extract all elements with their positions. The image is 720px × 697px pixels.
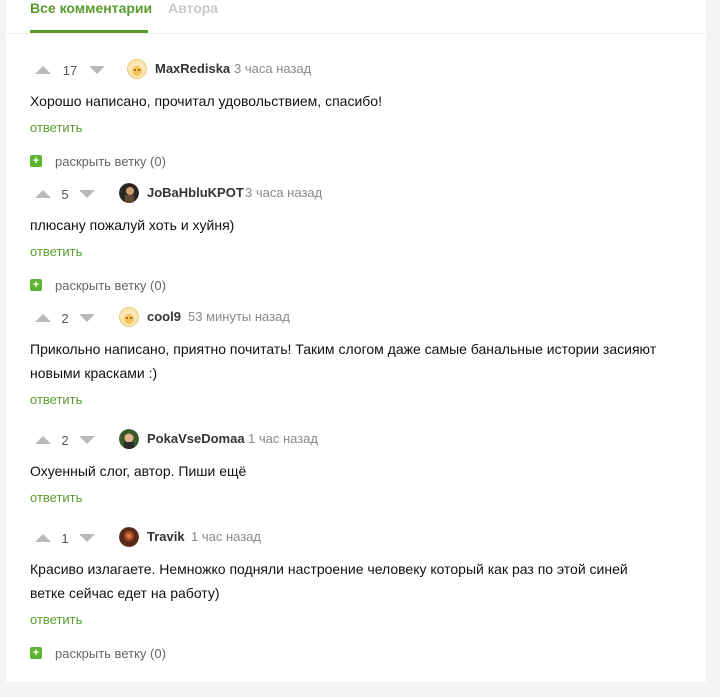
arrow-up-icon [35, 436, 51, 444]
upvote-button[interactable] [32, 185, 54, 203]
arrow-down-icon [79, 190, 95, 198]
comment-header: 2 cool9 53 минуты назад [30, 307, 690, 329]
comment-header: 17 MaxRediska 3 часа назад [30, 59, 690, 81]
comment-time[interactable]: 53 минуты назад [188, 309, 290, 324]
comment-text-line: Красиво излагаете. Немножко подняли наст… [30, 561, 628, 577]
photo-avatar-icon [119, 527, 139, 547]
comment-author[interactable]: PokaVseDomaa [147, 431, 245, 446]
comment-text: плюсану пожалуй хоть и хуйня) [30, 213, 680, 237]
tab-author[interactable]: Авторa [168, 0, 218, 16]
vote-control: 5 [32, 183, 98, 205]
arrow-down-icon [79, 436, 95, 444]
upvote-button[interactable] [32, 529, 54, 547]
comment-text-line: Хорошо написано, прочитал удовольствием,… [30, 93, 382, 109]
arrow-down-icon [89, 66, 105, 74]
comment-header: 1 Travik 1 час назад [30, 527, 690, 549]
comment-text: Хорошо написано, прочитал удовольствием,… [30, 89, 680, 113]
comment-score: 17 [62, 62, 78, 78]
upvote-button[interactable] [32, 309, 54, 327]
reply-link[interactable]: ответить [30, 244, 82, 259]
comment-score: 2 [61, 432, 69, 448]
expand-thread-button[interactable]: + раскрыть ветку (0) [30, 645, 166, 661]
reply-link[interactable]: ответить [30, 120, 82, 135]
downvote-button[interactable] [86, 61, 108, 79]
comment-time[interactable]: 3 часа назад [245, 185, 322, 200]
comment-text-line: Охуенный слог, автор. Пиши ещё [30, 463, 247, 479]
avatar[interactable] [119, 183, 139, 203]
plus-icon: + [30, 647, 42, 659]
avatar[interactable] [127, 59, 147, 79]
comment-author[interactable]: MaxRediska [155, 61, 230, 76]
upvote-button[interactable] [32, 61, 54, 79]
plus-icon: + [30, 279, 42, 291]
comment-score: 1 [61, 530, 69, 546]
vote-control: 1 [32, 527, 98, 549]
comment-author[interactable]: JoBaHbluKPOT [147, 185, 244, 200]
comment-text: Прикольно написано, приятно почитать! Та… [30, 337, 680, 385]
downvote-button[interactable] [76, 431, 98, 449]
arrow-up-icon [35, 534, 51, 542]
downvote-button[interactable] [76, 529, 98, 547]
comment-text-line: плюсану пожалуй хоть и хуйня) [30, 217, 235, 233]
active-tab-indicator [30, 30, 148, 33]
expand-thread-label: раскрыть ветку (0) [55, 277, 166, 293]
expand-thread-label: раскрыть ветку (0) [55, 153, 166, 169]
expand-thread-button[interactable]: + раскрыть ветку (0) [30, 153, 166, 169]
plus-icon: + [30, 155, 42, 167]
comment-score: 2 [61, 310, 69, 326]
comment-header: 2 PokaVseDomaa 1 час назад [30, 429, 690, 451]
arrow-up-icon [35, 314, 51, 322]
comment-text: Охуенный слог, автор. Пиши ещё [30, 459, 680, 483]
photo-avatar-icon [119, 429, 139, 449]
comment-time[interactable]: 1 час назад [191, 529, 261, 544]
tomato-face-avatar-icon [127, 59, 147, 79]
expand-thread-button[interactable]: + раскрыть ветку (0) [30, 277, 166, 293]
arrow-down-icon [79, 314, 95, 322]
avatar[interactable] [119, 429, 139, 449]
comment-text: Красиво излагаете. Немножко подняли наст… [30, 557, 680, 605]
vote-control: 2 [32, 307, 98, 329]
comment-author[interactable]: Travik [147, 529, 185, 544]
tab-all-comments[interactable]: Все комментарии [30, 0, 152, 16]
reply-link[interactable]: ответить [30, 612, 82, 627]
reply-link[interactable]: ответить [30, 490, 82, 505]
arrow-up-icon [35, 190, 51, 198]
arrow-up-icon [35, 66, 51, 74]
upvote-button[interactable] [32, 431, 54, 449]
arrow-down-icon [79, 534, 95, 542]
vote-control: 17 [32, 59, 108, 81]
photo-avatar-icon [119, 183, 139, 203]
reply-link[interactable]: ответить [30, 392, 82, 407]
expand-thread-label: раскрыть ветку (0) [55, 645, 166, 661]
comment-text-line: новыми красками :) [30, 365, 158, 381]
comment-time[interactable]: 1 час назад [248, 431, 318, 446]
comments-tabs: Все комментарии Авторa [6, 0, 706, 34]
avatar[interactable] [119, 307, 139, 327]
comment-text-line: ветке сейчас едет на работу) [30, 585, 220, 601]
comment-author[interactable]: cool9 [147, 309, 181, 324]
avatar[interactable] [119, 527, 139, 547]
vote-control: 2 [32, 429, 98, 451]
tomato-face-avatar-icon [119, 307, 139, 327]
comment-score: 5 [61, 186, 69, 202]
comment-time[interactable]: 3 часа назад [234, 61, 311, 76]
comment-text-line: Прикольно написано, приятно почитать! Та… [30, 341, 657, 357]
comments-panel: Все комментарии Авторa 17 MaxRediska 3 ч… [6, 0, 706, 682]
downvote-button[interactable] [76, 309, 98, 327]
comment-header: 5 JoBaHbluKPOT 3 часа назад [30, 183, 690, 205]
downvote-button[interactable] [76, 185, 98, 203]
